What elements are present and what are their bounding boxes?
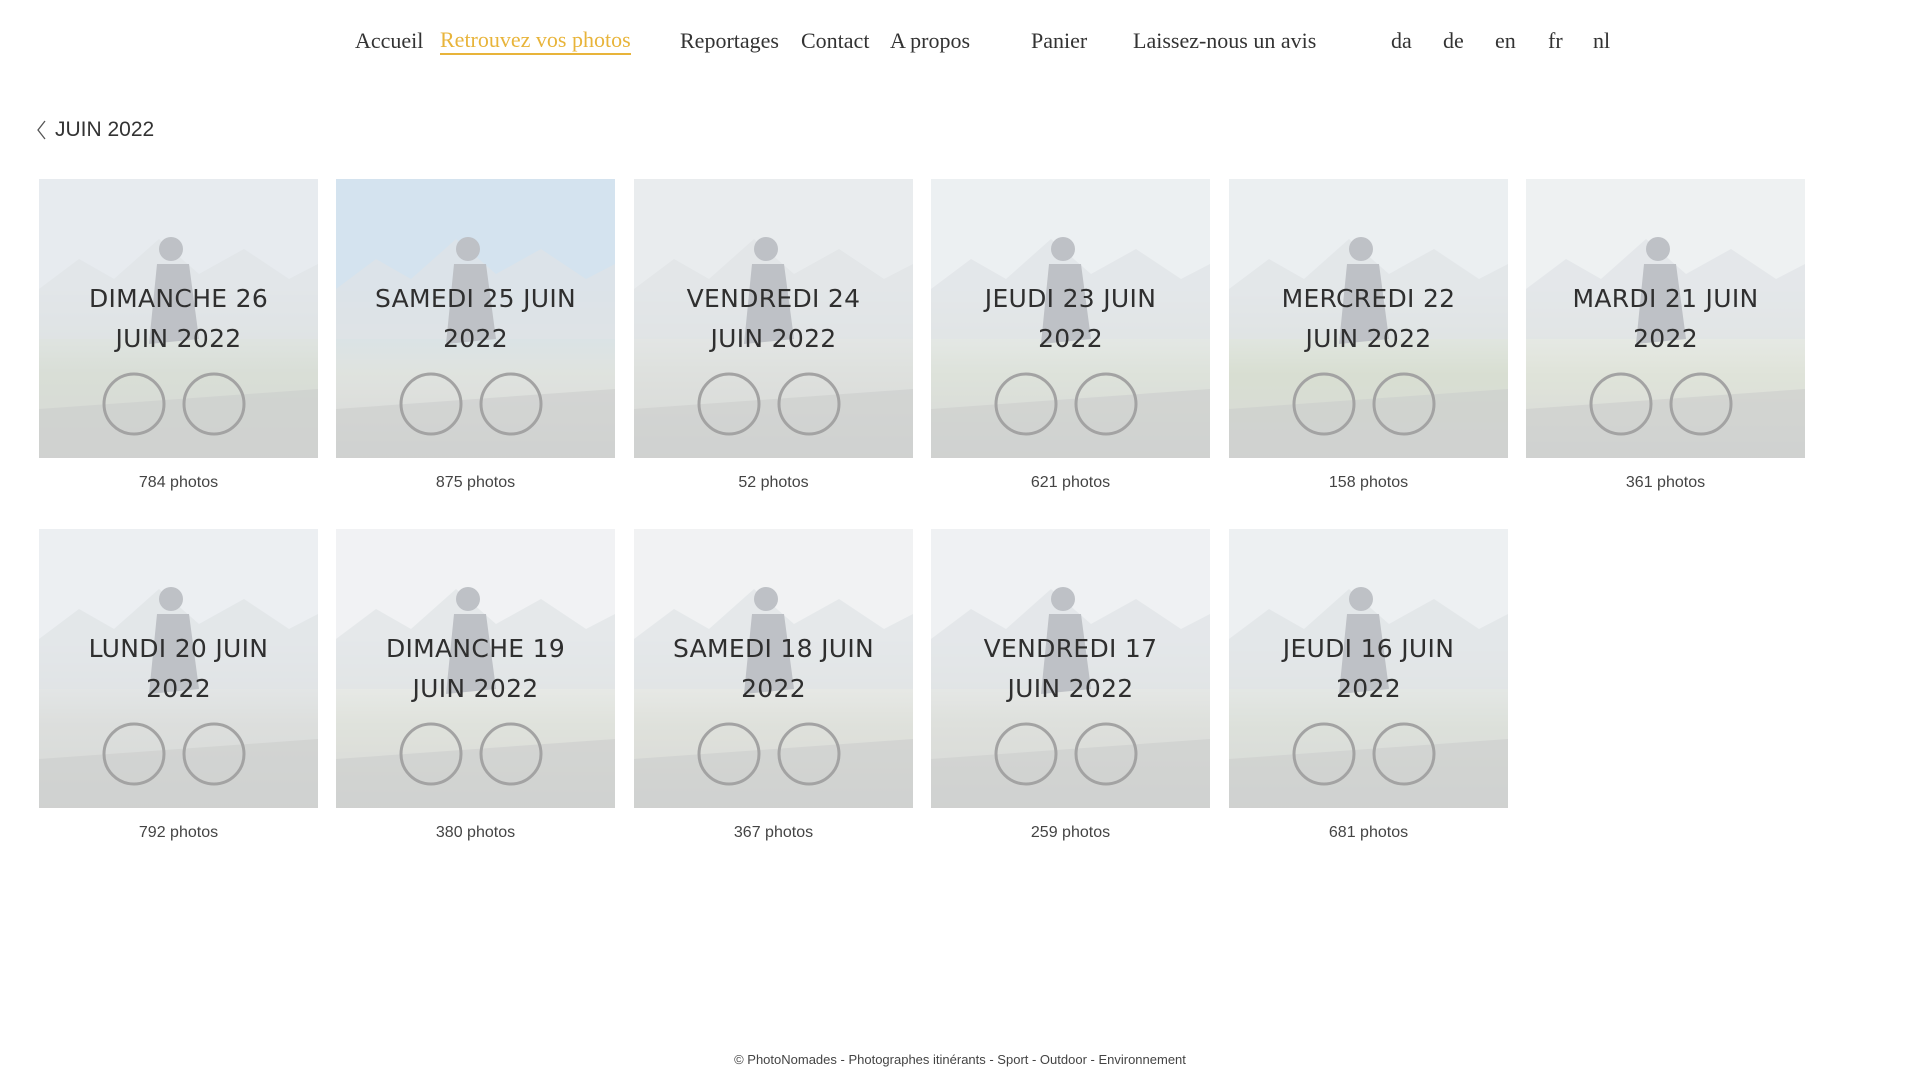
album-photo-count: 681 photos [1328, 824, 1409, 841]
album-thumbnail[interactable]: MARDI 21 JUIN 2022 [1526, 179, 1805, 458]
album-photo-count: 875 photos [435, 474, 516, 491]
album-tile[interactable]: SAMEDI 18 JUIN 2022 367 photos [634, 529, 913, 842]
album-thumbnail[interactable]: JEUDI 16 JUIN 2022 [1229, 529, 1508, 808]
album-photo-count: 52 photos [738, 474, 809, 491]
lang-fr[interactable]: fr [1548, 26, 1563, 56]
lang-nl[interactable]: nl [1593, 26, 1610, 56]
album-thumbnail[interactable]: DIMANCHE 19 JUIN 2022 [336, 529, 615, 808]
album-photo-count: 792 photos [138, 824, 219, 841]
album-tile[interactable]: JEUDI 16 JUIN 2022 681 photos [1229, 529, 1508, 842]
nav-retrouvez-vos-photos[interactable]: Retrouvez vos photos [440, 26, 631, 55]
breadcrumb-back[interactable]: JUIN 2022 [36, 118, 154, 142]
album-thumbnail[interactable]: SAMEDI 18 JUIN 2022 [634, 529, 913, 808]
album-tile[interactable]: MARDI 21 JUIN 2022 361 photos [1526, 179, 1805, 492]
album-tile[interactable]: SAMEDI 25 JUIN 2022 875 photos [336, 179, 615, 492]
nav-reportages[interactable]: Reportages [680, 26, 779, 56]
album-tile[interactable]: JEUDI 23 JUIN 2022 621 photos [931, 179, 1210, 492]
album-thumbnail[interactable]: LUNDI 20 JUIN 2022 [39, 529, 318, 808]
album-photo-count: 259 photos [1030, 824, 1111, 841]
album-photo-count: 784 photos [138, 474, 219, 491]
album-thumbnail[interactable]: DIMANCHE 26 JUIN 2022 [39, 179, 318, 458]
lang-de[interactable]: de [1443, 26, 1464, 56]
album-photo-count: 621 photos [1030, 474, 1111, 491]
album-tile[interactable]: LUNDI 20 JUIN 2022 792 photos [39, 529, 318, 842]
album-tile[interactable]: DIMANCHE 19 JUIN 2022 380 photos [336, 529, 615, 842]
album-title: MERCREDI 22 JUIN 2022 [1281, 283, 1456, 353]
album-thumbnail[interactable]: MERCREDI 22 JUIN 2022 [1229, 179, 1508, 458]
nav-contact[interactable]: Contact [801, 26, 869, 56]
album-thumbnail[interactable]: SAMEDI 25 JUIN 2022 [336, 179, 615, 458]
album-thumbnail[interactable]: VENDREDI 17 JUIN 2022 [931, 529, 1210, 808]
album-title: LUNDI 20 JUIN 2022 [88, 633, 269, 703]
album-title: VENDREDI 24 JUIN 2022 [686, 283, 861, 353]
album-tile[interactable]: VENDREDI 24 JUIN 2022 52 photos [634, 179, 913, 492]
album-title: SAMEDI 18 JUIN 2022 [672, 633, 875, 703]
album-title: VENDREDI 17 JUIN 2022 [983, 633, 1158, 703]
album-photo-count: 361 photos [1625, 474, 1706, 491]
footer-credit: © PhotoNomades - Photographes itinérants… [734, 1052, 1186, 1067]
breadcrumb-label: JUIN 2022 [55, 118, 155, 141]
chevron-left-icon [37, 120, 46, 140]
album-tile[interactable]: DIMANCHE 26 JUIN 2022 784 photos [39, 179, 318, 492]
nav-laissez-nous-un-avis[interactable]: Laissez-nous un avis [1133, 26, 1316, 56]
lang-en[interactable]: en [1495, 26, 1516, 56]
album-photo-count: 380 photos [435, 824, 516, 841]
album-title: JEUDI 16 JUIN 2022 [1282, 633, 1455, 703]
album-title: MARDI 21 JUIN 2022 [1572, 283, 1759, 353]
album-title: DIMANCHE 26 JUIN 2022 [88, 283, 269, 353]
album-thumbnail[interactable]: VENDREDI 24 JUIN 2022 [634, 179, 913, 458]
nav-a-propos[interactable]: A propos [890, 26, 970, 56]
album-tile[interactable]: MERCREDI 22 JUIN 2022 158 photos [1229, 179, 1508, 492]
album-thumbnail[interactable]: JEUDI 23 JUIN 2022 [931, 179, 1210, 458]
album-tile[interactable]: VENDREDI 17 JUIN 2022 259 photos [931, 529, 1210, 842]
album-title: SAMEDI 25 JUIN 2022 [374, 283, 577, 353]
album-title: DIMANCHE 19 JUIN 2022 [385, 633, 566, 703]
nav-panier[interactable]: Panier [1031, 26, 1087, 56]
album-photo-count: 158 photos [1328, 474, 1409, 491]
top-navigation: Accueil Retrouvez vos photos Reportages … [0, 26, 1920, 56]
album-photo-count: 367 photos [733, 824, 814, 841]
nav-accueil[interactable]: Accueil [355, 26, 423, 56]
album-title: JEUDI 23 JUIN 2022 [984, 283, 1157, 353]
lang-da[interactable]: da [1391, 26, 1412, 56]
